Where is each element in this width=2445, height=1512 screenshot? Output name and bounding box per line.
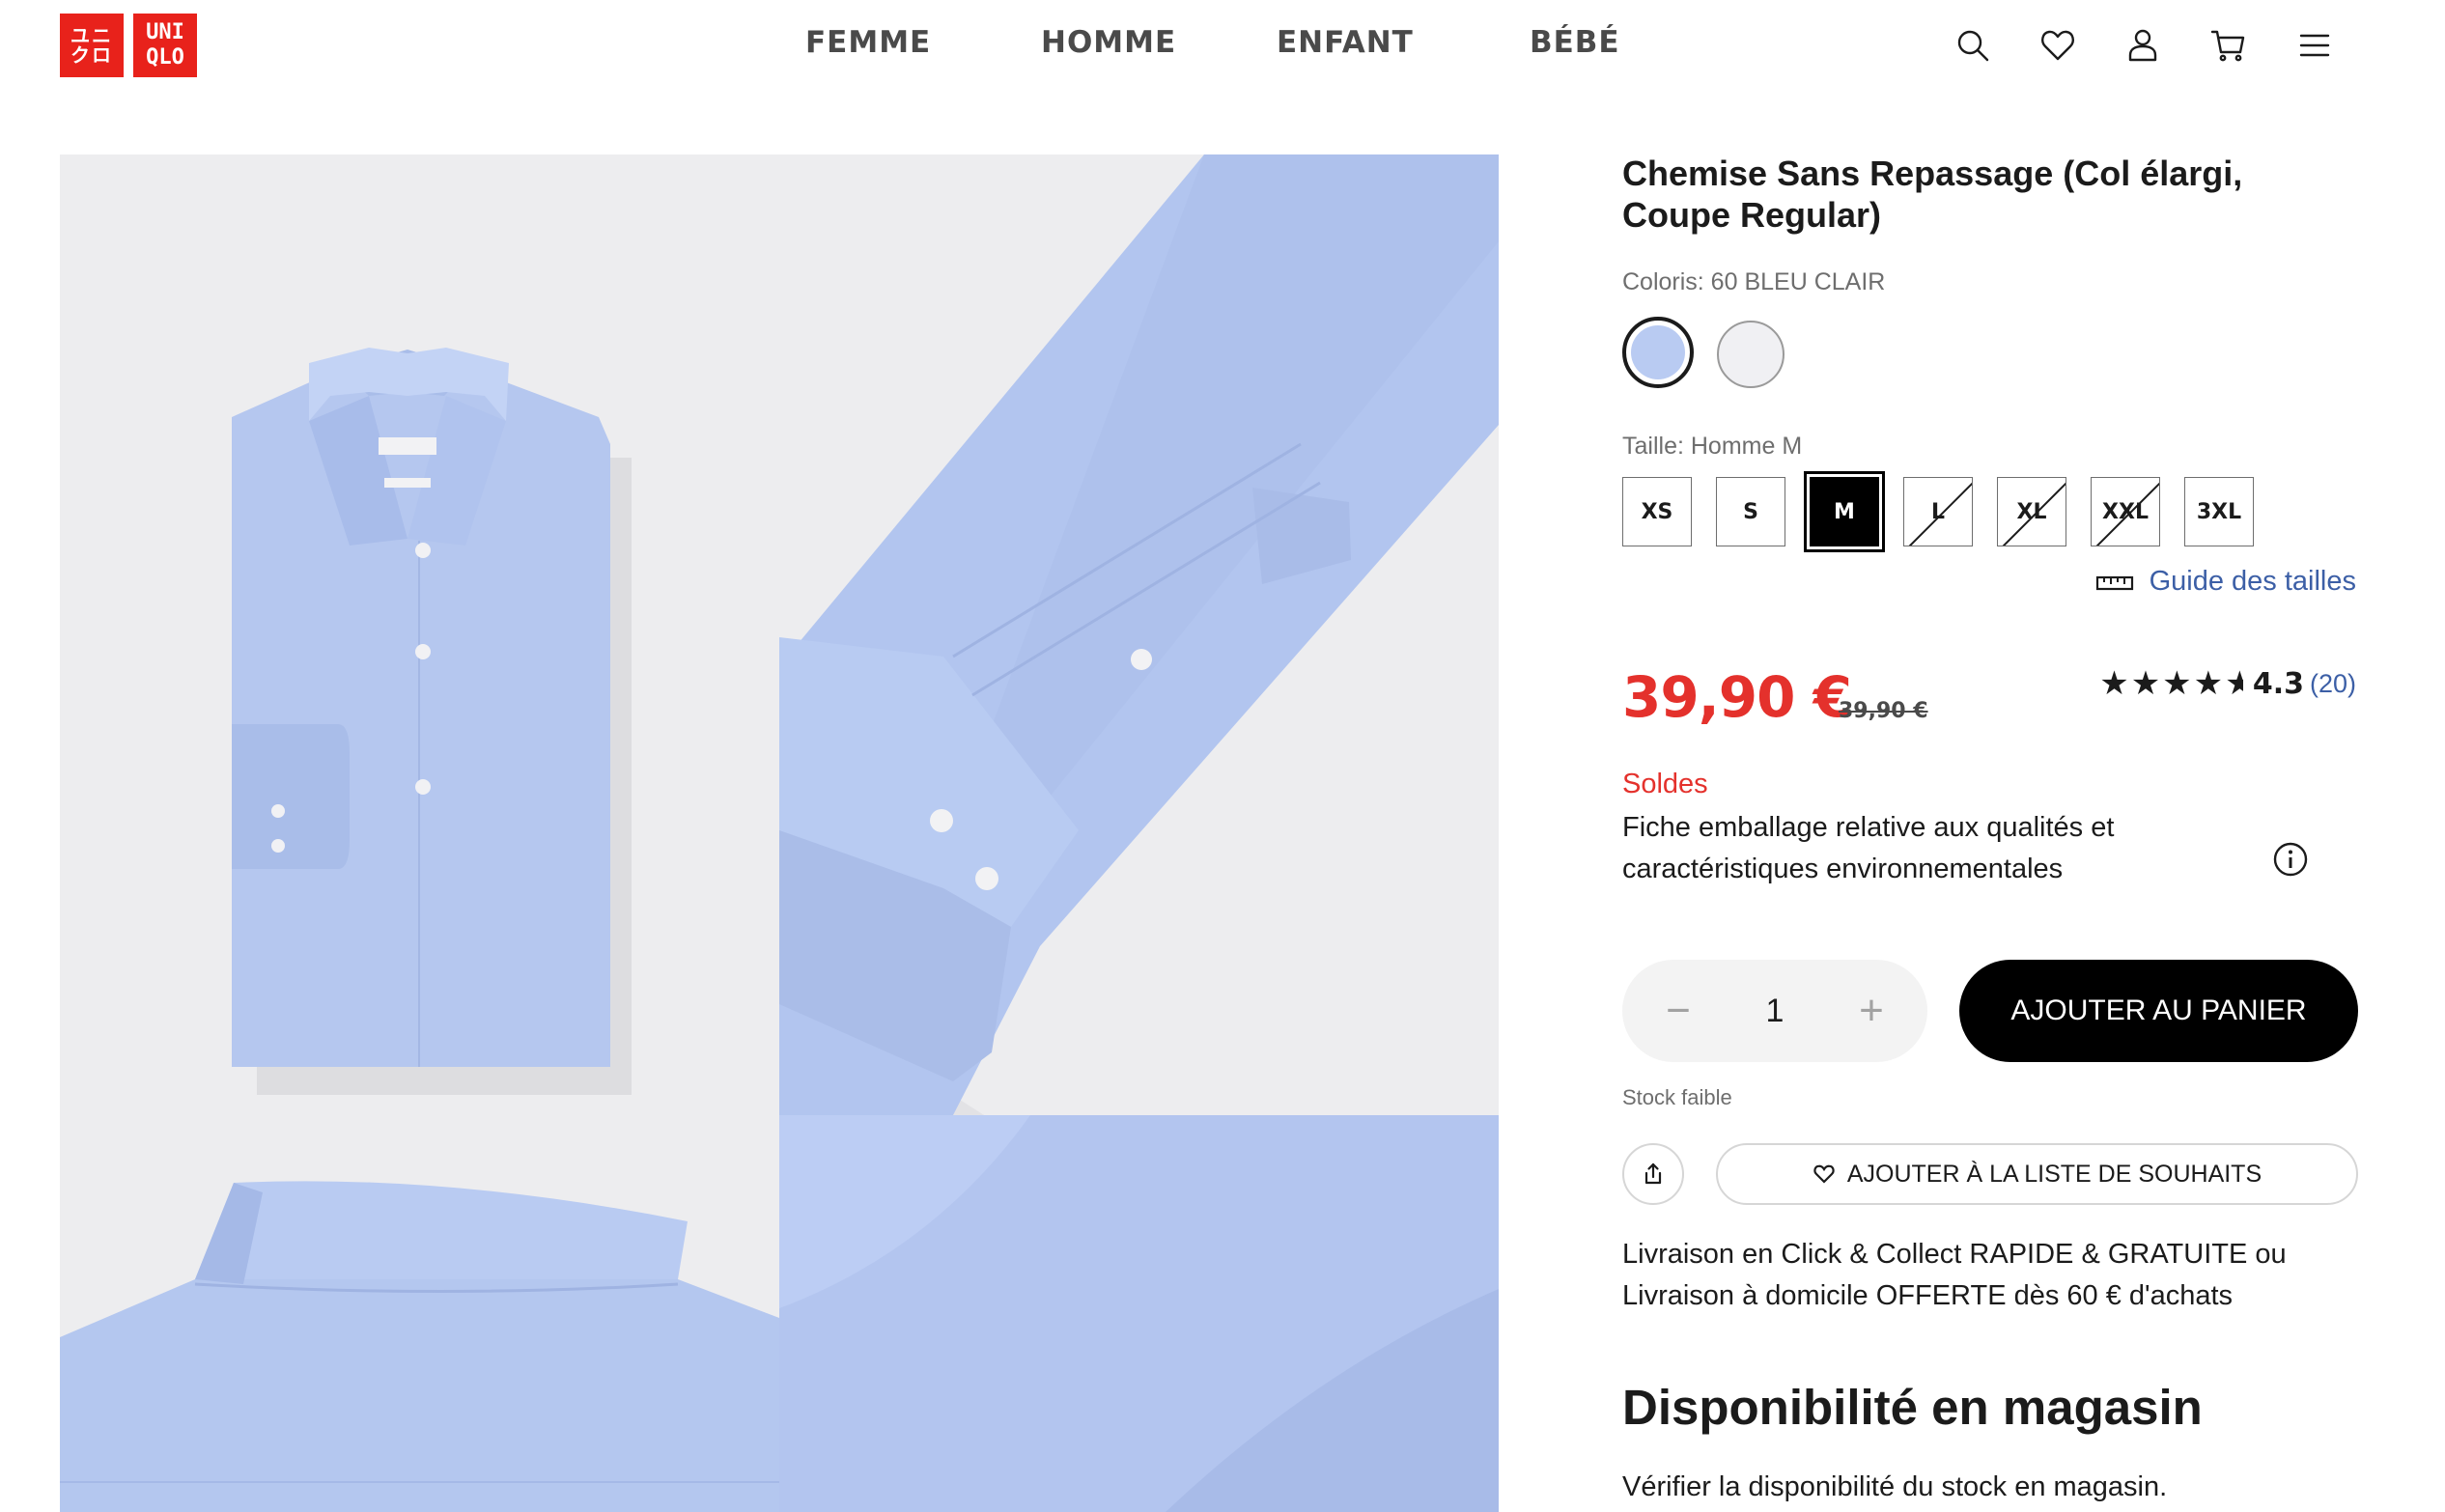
quantity-increase-button[interactable]: + [1852, 987, 1891, 1035]
size-option-m[interactable]: M [1804, 471, 1885, 552]
nav-item-homme[interactable]: HOMME [1041, 25, 1176, 60]
quantity-decrease-button[interactable]: − [1659, 987, 1698, 1035]
product-image-collar[interactable] [60, 1115, 779, 1512]
stock-status: Stock faible [1622, 1085, 1732, 1109]
quantity-value: 1 [1765, 992, 1785, 1029]
nav-item-enfant[interactable]: ENFANT [1277, 25, 1414, 60]
product-image-fabric[interactable] [779, 1115, 1499, 1512]
share-button[interactable] [1622, 1143, 1684, 1205]
rating-value: 4.3 [2252, 666, 2304, 701]
original-price: 39,90 € [1839, 699, 1928, 723]
wishlist-label: AJOUTER À LA LISTE DE SOUHAITS [1846, 1160, 2262, 1188]
eco-info-text: Fiche emballage relative aux qualités et… [1622, 812, 2115, 884]
sale-label: Soldes [1622, 769, 1708, 799]
nav-item-femme[interactable]: FEMME [805, 25, 931, 60]
store-availability-title: Disponibilité en magasin [1622, 1380, 2203, 1435]
add-to-wishlist-button[interactable]: AJOUTER À LA LISTE DE SOUHAITS [1716, 1143, 2358, 1205]
info-icon[interactable] [2271, 840, 2310, 879]
product-gallery [60, 154, 1499, 1512]
size-option-3xl[interactable]: 3XL [2184, 477, 2254, 546]
size-guide-label: Guide des tailles [2149, 566, 2356, 597]
search-icon[interactable] [1949, 21, 1997, 70]
nav-item-bebe[interactable]: BÉBÉ [1530, 25, 1620, 60]
current-price: 39,90 € [1622, 664, 1852, 730]
cart-icon[interactable] [2204, 21, 2252, 70]
color-swatch-light-blue[interactable] [1622, 317, 1694, 388]
product-image-sleeve[interactable] [779, 154, 1499, 1115]
share-icon [1644, 1162, 1662, 1185]
store-availability-text: Vérifier la disponibilité du stock en ma… [1622, 1471, 2168, 1502]
color-swatch-white[interactable] [1717, 321, 1785, 388]
add-to-cart-button[interactable]: AJOUTER AU PANIER [1959, 960, 2358, 1062]
rating-full-stars: ★★★★ [2099, 665, 2226, 702]
color-swatch-fill [1631, 325, 1685, 379]
rating-summary[interactable]: ★★★★★ 4.3 (20) [2099, 664, 2356, 703]
size-option-xxl[interactable]: XXL [2091, 477, 2160, 546]
size-option-xs[interactable]: XS [1622, 477, 1692, 546]
product-panel: Chemise Sans Repassage (Col élargi, Coup… [1622, 153, 2358, 1502]
rating-half-star: ★ [2225, 665, 2243, 702]
size-option-l[interactable]: L [1903, 477, 1973, 546]
product-image-folded[interactable] [60, 154, 779, 1115]
menu-icon[interactable] [2290, 21, 2339, 70]
heart-outline-icon [1813, 1164, 1835, 1184]
size-guide-link[interactable]: Guide des tailles [2095, 566, 2356, 598]
account-icon[interactable] [2119, 21, 2167, 70]
size-option-s[interactable]: S [1716, 477, 1785, 546]
color-label: Coloris: 60 BLEU CLAIR [1622, 268, 1886, 295]
product-title: Chemise Sans Repassage (Col élargi, Coup… [1622, 154, 2243, 235]
quantity-stepper: − 1 + [1622, 960, 1927, 1062]
rating-stars-icon: ★★★★★ [2099, 664, 2243, 703]
size-option-xl[interactable]: XL [1997, 477, 2066, 546]
delivery-info: Livraison en Click & Collect RAPIDE & GR… [1622, 1239, 2287, 1311]
ruler-icon [2095, 575, 2133, 590]
size-label: Taille: Homme M [1622, 433, 1803, 460]
rating-count-link[interactable]: (20) [2310, 669, 2356, 699]
heart-icon[interactable] [2034, 21, 2082, 70]
